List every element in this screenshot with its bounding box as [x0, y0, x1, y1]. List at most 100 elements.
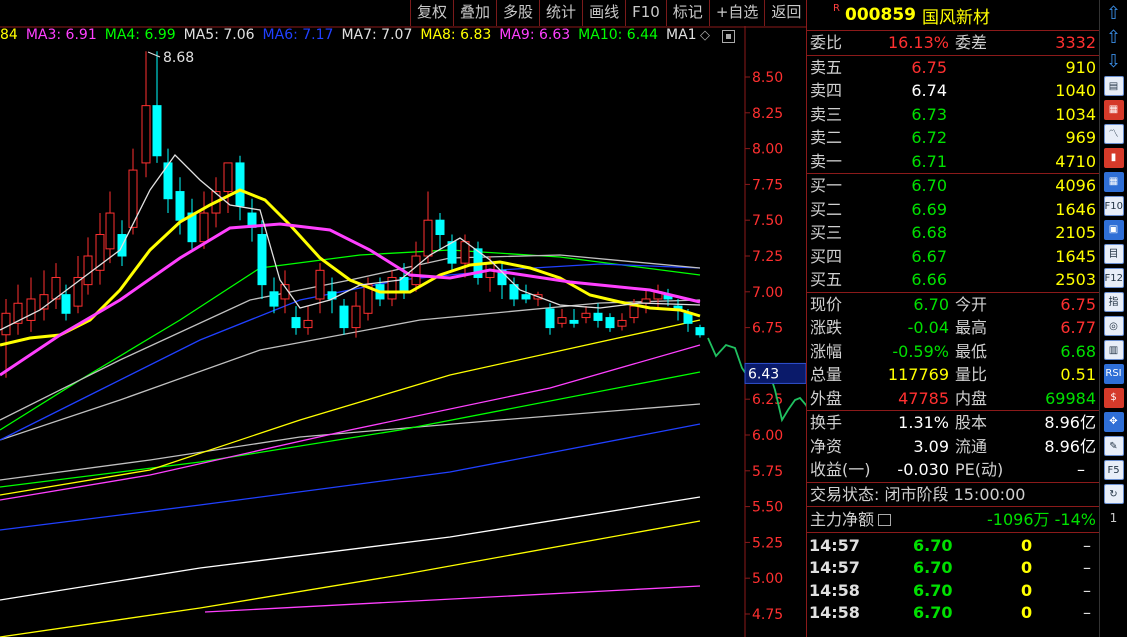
ma-line-short-1 — [0, 222, 701, 377]
buy-order-row-3[interactable]: 买四 6.67 1645 — [807, 245, 1099, 269]
info-icon[interactable]: ▣ — [1103, 220, 1124, 240]
pencil-icon[interactable]: ✎ — [1103, 436, 1124, 456]
money-icon[interactable]: $ — [1103, 388, 1124, 408]
table-icon[interactable]: ▦ — [1103, 172, 1124, 192]
ma-line-long-8 — [0, 299, 701, 441]
stock-name[interactable]: 国风新材 — [922, 3, 990, 28]
arrow-up-icon[interactable]: ⇧ — [1104, 4, 1124, 24]
quote-row-outer: 外盘 47785 内盘 69984 — [807, 387, 1099, 411]
ma-line-long-2 — [0, 496, 701, 601]
toolbar-button-5[interactable]: F10 — [625, 0, 666, 26]
stock-header: R 000859 国风新材 — [807, 0, 1099, 31]
grid-icon[interactable]: ▦ — [1103, 100, 1124, 120]
open-label: 今开 — [955, 294, 988, 314]
sell-order-row-4[interactable]: 卖一 6.71 4710 — [807, 150, 1099, 174]
candle-up — [460, 241, 470, 264]
f12-icon[interactable]: F12 — [1103, 268, 1124, 288]
candle-down — [291, 317, 301, 329]
toolbar-button-1[interactable]: 叠加 — [453, 0, 497, 26]
sell-order-label: 卖五 — [810, 57, 843, 77]
nav-value: 3.09 — [913, 436, 949, 456]
ma-expand-icon[interactable] — [722, 30, 735, 43]
ma-line-long-0 — [204, 585, 701, 613]
price-tick-label: 5.25 — [752, 535, 783, 551]
toolbar-button-7[interactable]: +自选 — [708, 0, 765, 26]
toolbar-button-8[interactable]: 返回 — [764, 0, 808, 26]
candle-up — [105, 212, 115, 250]
quote-row-change: 涨跌 -0.04 最高 6.77 — [807, 316, 1099, 340]
high-marker-line — [147, 51, 161, 58]
buy-order-price: 6.67 — [911, 246, 947, 266]
price-tick-label: 7.75 — [752, 177, 783, 193]
tick-time: 14:57 — [809, 535, 860, 555]
index-icon[interactable]: 指 — [1103, 292, 1124, 312]
buy-order-row-1[interactable]: 买二 6.69 1646 — [807, 198, 1099, 222]
candle-up — [141, 105, 151, 164]
rsi-icon[interactable]: RSI — [1103, 364, 1124, 384]
fund-row-turnover: 换手 1.31% 股本 8.96亿 — [807, 411, 1099, 435]
sell-order-row-1[interactable]: 卖四 6.74 1040 — [807, 79, 1099, 103]
tick-volume: 0 — [1021, 603, 1033, 622]
report-icon[interactable]: ▤ — [1103, 76, 1124, 96]
outer-label: 外盘 — [810, 388, 843, 408]
page-number[interactable]: 1 — [1104, 508, 1124, 528]
sell-order-label: 卖一 — [810, 151, 843, 171]
toolbar-button-3[interactable]: 统计 — [539, 0, 583, 26]
buy-order-row-2[interactable]: 买三 6.68 2105 — [807, 221, 1099, 245]
eps-value: -0.030 — [897, 460, 949, 479]
turnover-value: 1.31% — [898, 413, 949, 432]
kline-icon[interactable]: ▮ — [1103, 148, 1124, 168]
pe-value: – — [1077, 460, 1085, 479]
low-value: 6.68 — [1060, 341, 1096, 361]
candle-down — [695, 327, 705, 336]
volume-value: 117769 — [887, 365, 949, 384]
tick-time: 14:58 — [809, 603, 860, 622]
buy-order-row-0[interactable]: 买一 6.70 4096 — [807, 174, 1099, 198]
refresh-icon[interactable]: ↻ — [1103, 484, 1124, 504]
fund-row-eps: 收益(一) -0.030 PE(动) – — [807, 458, 1099, 482]
toolbar-button-6[interactable]: 标记 — [665, 0, 709, 26]
tick-list[interactable]: 14:57 6.70 0 – 14:57 6.70 0 – 14:58 6.70 0 – 14:58 6.… — [807, 531, 1099, 625]
chart-toolbar: 复权 叠加 多股 统计 画线 F10 标记 +自选 返回 — [410, 0, 808, 26]
sell-order-volume: 4710 — [1055, 151, 1096, 171]
sell-order-price: 6.72 — [911, 128, 947, 147]
stats-icon[interactable]: ▥ — [1103, 340, 1124, 360]
f10-icon[interactable]: F10 — [1103, 196, 1124, 216]
sell-order-row-0[interactable]: 卖五 6.75 910 — [807, 56, 1099, 80]
price-value: 6.70 — [913, 294, 949, 314]
doc-icon[interactable]: 目 — [1103, 244, 1124, 264]
line-chart-icon[interactable]: 〽 — [1103, 124, 1124, 144]
buy-order-row-4[interactable]: 买五 6.66 2503 — [807, 268, 1099, 292]
f5-icon[interactable]: F5 — [1103, 460, 1124, 480]
high-value: 6.77 — [1060, 318, 1096, 337]
ma-settings-icon[interactable]: ◇ — [700, 28, 716, 44]
buy-order-volume: 2503 — [1055, 270, 1096, 289]
circle-icon[interactable]: ◎ — [1103, 316, 1124, 336]
float-label: 流通 — [955, 436, 988, 456]
price-tick-label: 5.75 — [752, 464, 783, 480]
sell-order-row-3[interactable]: 卖二 6.72 969 — [807, 126, 1099, 150]
sell-order-row-2[interactable]: 卖三 6.73 1034 — [807, 103, 1099, 127]
kline-chart[interactable]: 8.508.258.007.757.507.257.006.756.256.00… — [0, 0, 806, 637]
flow-detail-icon[interactable] — [878, 513, 892, 526]
buy-order-volume: 4096 — [1055, 176, 1096, 195]
sell-order-label: 卖二 — [810, 128, 843, 147]
tick-time: 14:58 — [809, 580, 860, 600]
toolbar-button-0[interactable]: 复权 — [410, 0, 454, 26]
move-icon[interactable]: ✥ — [1103, 412, 1124, 432]
candle-down — [61, 294, 71, 314]
tick-price: 6.70 — [913, 603, 953, 622]
pe-label: PE(动) — [955, 460, 1004, 479]
inner-value: 69984 — [1045, 388, 1096, 408]
toolbar-button-4[interactable]: 画线 — [582, 0, 626, 26]
toolbar-button-2[interactable]: 多股 — [496, 0, 540, 26]
arrow-down-icon[interactable]: ⇩ — [1104, 52, 1124, 72]
candle-up — [351, 305, 361, 329]
arrow-up-2-icon[interactable]: ⇧ — [1104, 28, 1124, 48]
buy-order-label: 买一 — [810, 176, 843, 195]
fund-block: 换手 1.31% 股本 8.96亿 净资 3.09 流通 8.96亿 收益(一)… — [807, 410, 1099, 482]
open-value: 6.75 — [1060, 294, 1096, 314]
candle-down — [521, 294, 531, 300]
float-value: 8.96亿 — [1044, 436, 1096, 456]
stock-code[interactable]: 000859 — [845, 5, 916, 25]
